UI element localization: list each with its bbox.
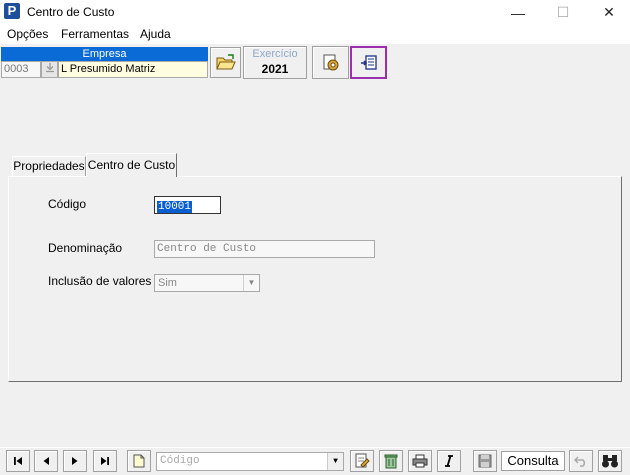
exit-button[interactable] [350,46,387,79]
italic-icon [445,455,453,467]
empresa-lookup-button[interactable] [41,61,58,78]
codigo-label: Código [48,197,87,211]
trash-icon [384,454,398,469]
inclusao-label: Inclusão de valores ? [48,274,162,288]
previous-record-button[interactable] [34,450,58,472]
chevron-down-icon: ▼ [327,453,343,470]
save-disk-icon [478,454,492,468]
chevron-down-icon: ▼ [243,275,259,291]
menu-ajuda[interactable]: Ajuda [140,27,171,41]
binoculars-icon [602,455,618,468]
denominacao-label: Denominação [48,241,123,255]
first-record-button[interactable] [6,450,30,472]
undo-button[interactable] [569,450,593,472]
exercicio-value: 2021 [261,62,289,76]
gear-icon [323,54,338,70]
search-placeholder: Código [160,455,200,467]
denominacao-input[interactable]: Centro de Custo [154,240,375,258]
app-icon: P [4,3,20,19]
maximize-button[interactable]: ☐ [543,0,583,25]
codigo-value: 10001 [157,201,193,213]
print-button[interactable] [408,450,432,472]
tools-button[interactable] [312,46,349,79]
inclusao-select[interactable]: Sim ▼ [154,274,260,292]
new-record-button[interactable] [127,450,151,472]
empresa-header: Empresa [1,47,208,61]
italic-button[interactable] [437,450,461,472]
edit-record-button[interactable] [350,450,374,472]
save-button[interactable] [473,450,497,472]
last-record-button[interactable] [93,450,117,472]
menu-ferramentas[interactable]: Ferramentas [61,27,129,41]
tab-centro-de-custo[interactable]: Centro de Custo [86,153,177,177]
empresa-code-field[interactable]: 0003 [1,61,41,78]
open-folder-button[interactable] [210,47,241,78]
tab-propriedades[interactable]: Propriedades [12,156,86,177]
last-record-icon [101,457,109,465]
search-button[interactable] [598,450,622,472]
printer-icon [412,454,428,468]
mode-indicator: Consulta [501,451,565,471]
delete-record-button[interactable] [379,450,403,472]
codigo-input[interactable]: 10001 [154,196,221,214]
open-folder-icon [215,53,236,69]
exit-door-icon [360,54,377,70]
next-icon [72,457,78,465]
exercicio-label: Exercício [252,48,298,60]
download-arrow-icon [45,63,54,73]
undo-icon [574,456,586,467]
window-title: Centro de Custo [27,5,115,19]
new-document-icon [133,454,145,468]
exercicio-box[interactable]: Exercício 2021 [243,46,307,79]
edit-document-icon [355,453,370,468]
menu-opcoes[interactable]: Opções [7,27,48,41]
minimize-button[interactable]: — [498,0,538,25]
inclusao-value: Sim [158,277,177,289]
next-record-button[interactable] [63,450,87,472]
close-button[interactable]: ✕ [589,0,629,25]
empresa-name-field[interactable]: L Presumido Matriz [58,61,208,78]
previous-icon [43,457,49,465]
search-combo[interactable]: Código ▼ [156,452,344,471]
first-record-icon [14,457,22,465]
